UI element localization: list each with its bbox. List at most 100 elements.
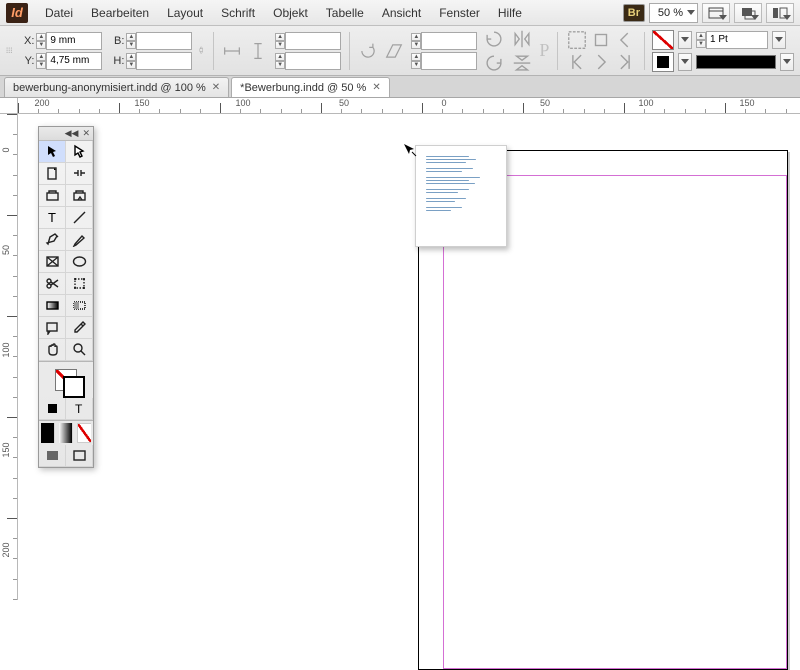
menu-hilfe[interactable]: Hilfe (489, 2, 531, 24)
page-tool[interactable] (39, 163, 66, 185)
reference-point-icon[interactable] (6, 41, 12, 61)
hand-tool[interactable] (39, 339, 66, 361)
scalex-input[interactable] (285, 32, 341, 50)
scale-y-icon[interactable] (247, 41, 269, 61)
select-prev-icon[interactable] (614, 30, 636, 50)
screen-mode-button[interactable] (702, 3, 730, 23)
close-icon[interactable]: ✕ (212, 82, 220, 93)
flip-v-icon[interactable] (511, 53, 533, 73)
apply-none[interactable] (77, 423, 91, 443)
stroke-weight-spin[interactable]: ▲▼ (696, 32, 706, 48)
h-spin[interactable]: ▲▼ (126, 53, 136, 69)
apply-gradient[interactable] (59, 423, 73, 443)
formatting-text-icon[interactable]: T (66, 398, 93, 420)
select-content-icon[interactable] (590, 30, 612, 50)
stroke-weight-input[interactable] (706, 31, 768, 49)
menu-datei[interactable]: Datei (36, 2, 82, 24)
stroke-style-preview[interactable] (696, 55, 776, 69)
select-next-icon[interactable] (590, 52, 612, 72)
menu-bearbeiten[interactable]: Bearbeiten (82, 2, 158, 24)
gradient-feather-tool[interactable] (66, 295, 93, 317)
shear-spin[interactable]: ▲▼ (411, 53, 421, 69)
select-first-icon[interactable] (566, 52, 588, 72)
normal-view-mode[interactable] (39, 445, 66, 467)
fill-dropdown[interactable] (678, 31, 692, 49)
formatting-container-icon[interactable] (39, 398, 66, 420)
rotate-spin[interactable]: ▲▼ (411, 33, 421, 49)
menu-layout[interactable]: Layout (158, 2, 212, 24)
vertical-ruler[interactable]: 050100150200 (0, 114, 18, 600)
arrange-button[interactable] (734, 3, 762, 23)
select-container-icon[interactable] (566, 30, 588, 50)
shear-icon[interactable] (383, 41, 405, 61)
pen-tool[interactable] (39, 229, 66, 251)
menu-tabelle[interactable]: Tabelle (317, 2, 373, 24)
bridge-badge[interactable]: Br (623, 4, 645, 22)
document-tab-bar: bewerbung-anonymisiert.indd @ 100 %✕ *Be… (0, 76, 800, 98)
ellipse-tool[interactable] (66, 251, 93, 273)
x-spin[interactable]: ▲▼ (36, 33, 46, 49)
menu-bar: Id Datei Bearbeiten Layout Schrift Objek… (0, 0, 800, 26)
free-transform-tool[interactable] (66, 273, 93, 295)
h-input[interactable] (136, 52, 192, 70)
w-spin[interactable]: ▲▼ (126, 33, 136, 49)
gradient-swatch-tool[interactable] (39, 295, 66, 317)
horizontal-ruler[interactable]: 20015010050050100150 (18, 98, 800, 114)
tools-panel-header[interactable]: ◀◀✕ (39, 127, 93, 141)
rotate-input[interactable] (421, 32, 477, 50)
close-icon[interactable]: ✕ (372, 82, 380, 93)
fill-stroke-swatch[interactable] (39, 362, 93, 398)
flip-h-icon[interactable] (511, 29, 533, 49)
stroke-swatch[interactable] (652, 52, 674, 72)
menu-objekt[interactable]: Objekt (264, 2, 317, 24)
menu-schrift[interactable]: Schrift (212, 2, 264, 24)
w-input[interactable] (136, 32, 192, 50)
menu-fenster[interactable]: Fenster (430, 2, 489, 24)
selection-tool[interactable] (39, 141, 66, 163)
pencil-tool[interactable] (66, 229, 93, 251)
stroke-style-dropdown[interactable] (780, 53, 794, 71)
x-input[interactable] (46, 32, 102, 50)
ruler-origin[interactable] (0, 98, 18, 114)
zoom-level-dropdown[interactable]: 50 % (649, 3, 698, 23)
note-tool[interactable] (39, 317, 66, 339)
close-icon[interactable]: ✕ (82, 128, 90, 139)
direct-selection-tool[interactable] (66, 141, 93, 163)
document-canvas[interactable] (18, 114, 800, 600)
preview-view-mode[interactable] (66, 445, 93, 467)
apply-color[interactable] (41, 423, 55, 443)
rotate-cw-icon[interactable] (483, 53, 505, 73)
content-placer-tool[interactable] (66, 185, 93, 207)
y-spin[interactable]: ▲▼ (36, 53, 46, 69)
line-tool[interactable] (66, 207, 93, 229)
gap-tool[interactable] (66, 163, 93, 185)
rectangle-frame-tool[interactable] (39, 251, 66, 273)
scaley-input[interactable] (285, 52, 341, 70)
document-tab-1[interactable]: *Bewerbung.indd @ 50 %✕ (231, 77, 390, 97)
eyedropper-tool[interactable] (66, 317, 93, 339)
stroke-dropdown[interactable] (678, 53, 692, 71)
stroke-weight-dropdown[interactable] (772, 31, 786, 49)
zoom-tool[interactable] (66, 339, 93, 361)
document-tab-0[interactable]: bewerbung-anonymisiert.indd @ 100 %✕ (4, 77, 229, 97)
type-tool[interactable]: T (39, 207, 66, 229)
tools-panel[interactable]: ◀◀✕ T T (38, 126, 94, 468)
content-collector-tool[interactable] (39, 185, 66, 207)
select-last-icon[interactable] (614, 52, 636, 72)
scissors-tool[interactable] (39, 273, 66, 295)
scale-x-icon[interactable] (221, 41, 243, 61)
shear-input[interactable] (421, 52, 477, 70)
rotate-icon[interactable] (357, 41, 379, 61)
constrain-proportions-icon[interactable] (198, 41, 204, 61)
placed-snippet-preview[interactable] (415, 145, 507, 247)
stroke-indicator[interactable] (63, 376, 85, 398)
workspace-button[interactable] (766, 3, 794, 23)
scalex-spin[interactable]: ▲▼ (275, 33, 285, 49)
y-label: Y: (18, 55, 34, 67)
collapse-icon[interactable]: ◀◀ (65, 128, 79, 139)
fill-swatch[interactable] (652, 30, 674, 50)
menu-ansicht[interactable]: Ansicht (373, 2, 430, 24)
scaley-spin[interactable]: ▲▼ (275, 53, 285, 69)
rotate-ccw-icon[interactable] (483, 29, 505, 49)
y-input[interactable] (46, 52, 102, 70)
